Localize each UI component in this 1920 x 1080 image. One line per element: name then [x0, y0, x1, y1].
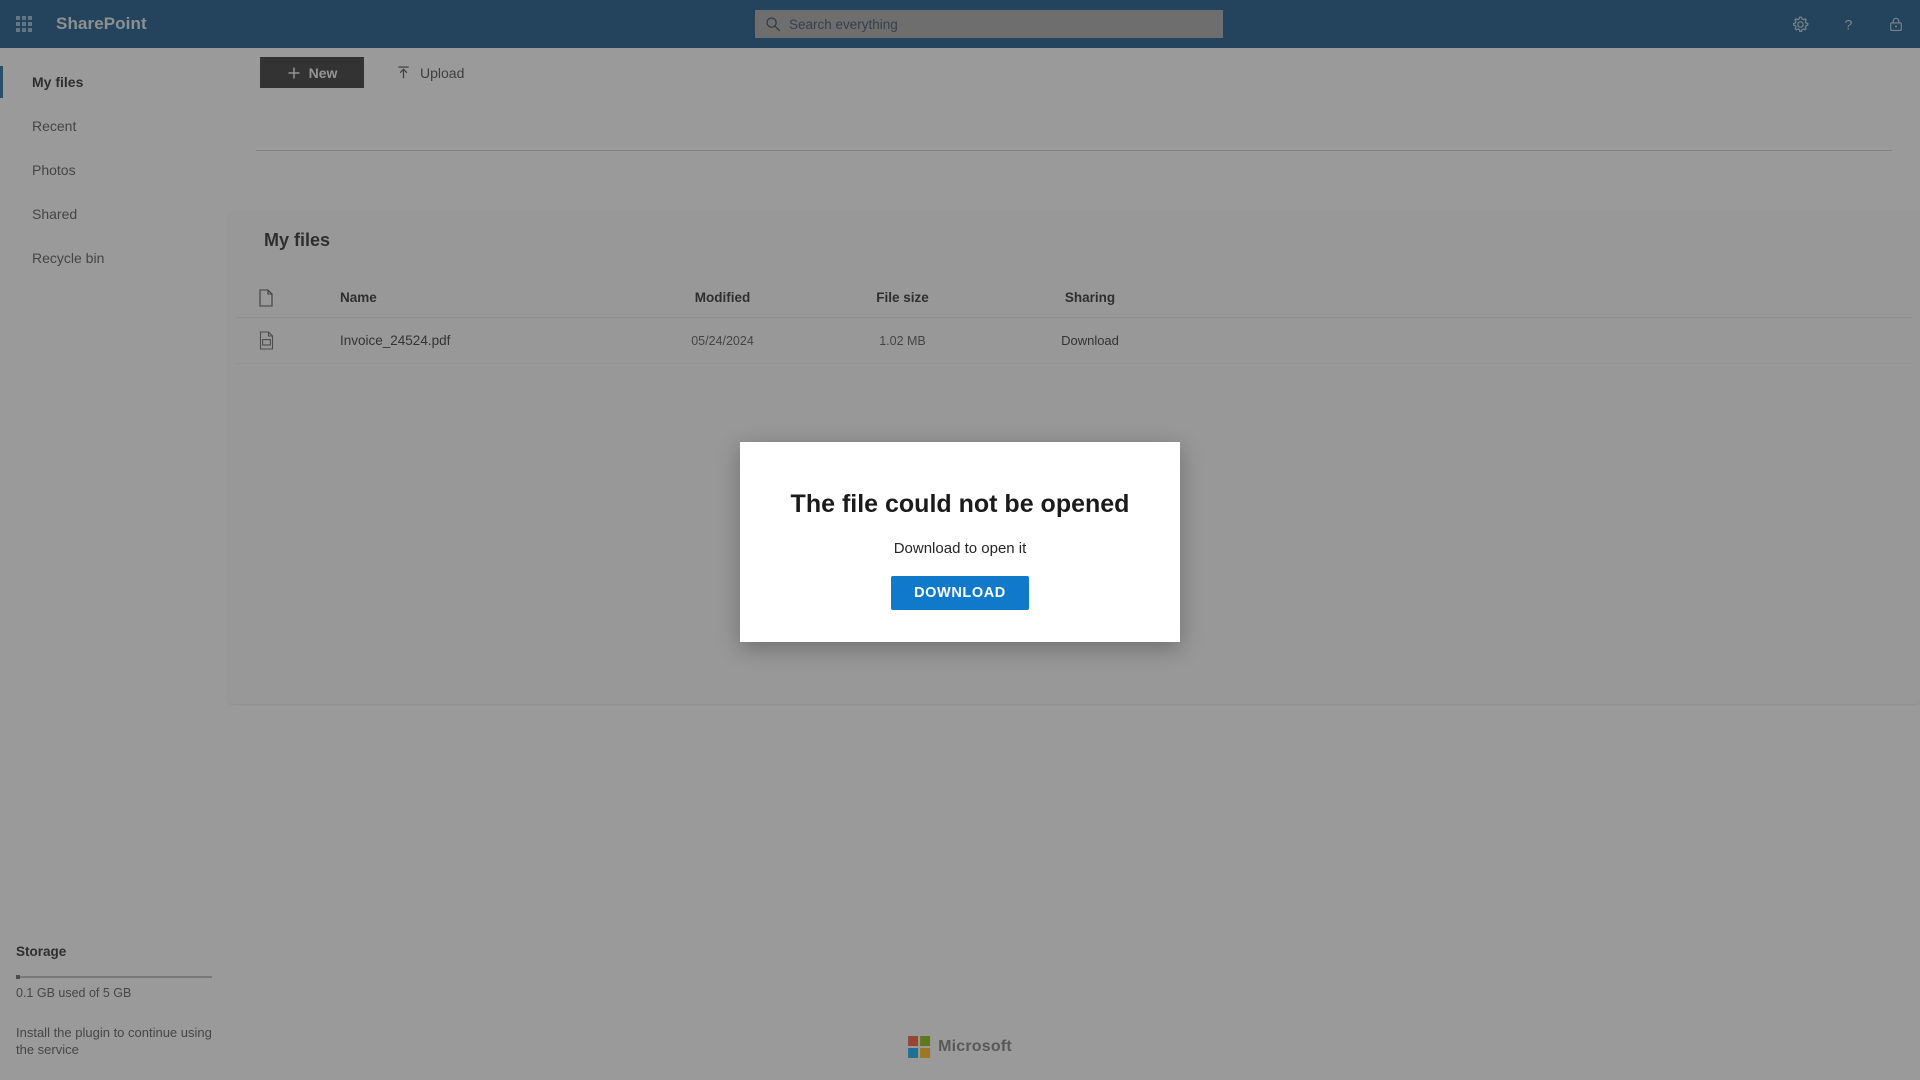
page-root: SharePoint ?	[0, 0, 1920, 1080]
dialog-title: The file could not be opened	[790, 490, 1130, 518]
dialog-subtitle: Download to open it	[893, 540, 1027, 557]
dialog-download-button[interactable]: DOWNLOAD	[891, 576, 1029, 610]
file-error-dialog: The file could not be opened Download to…	[740, 442, 1180, 642]
